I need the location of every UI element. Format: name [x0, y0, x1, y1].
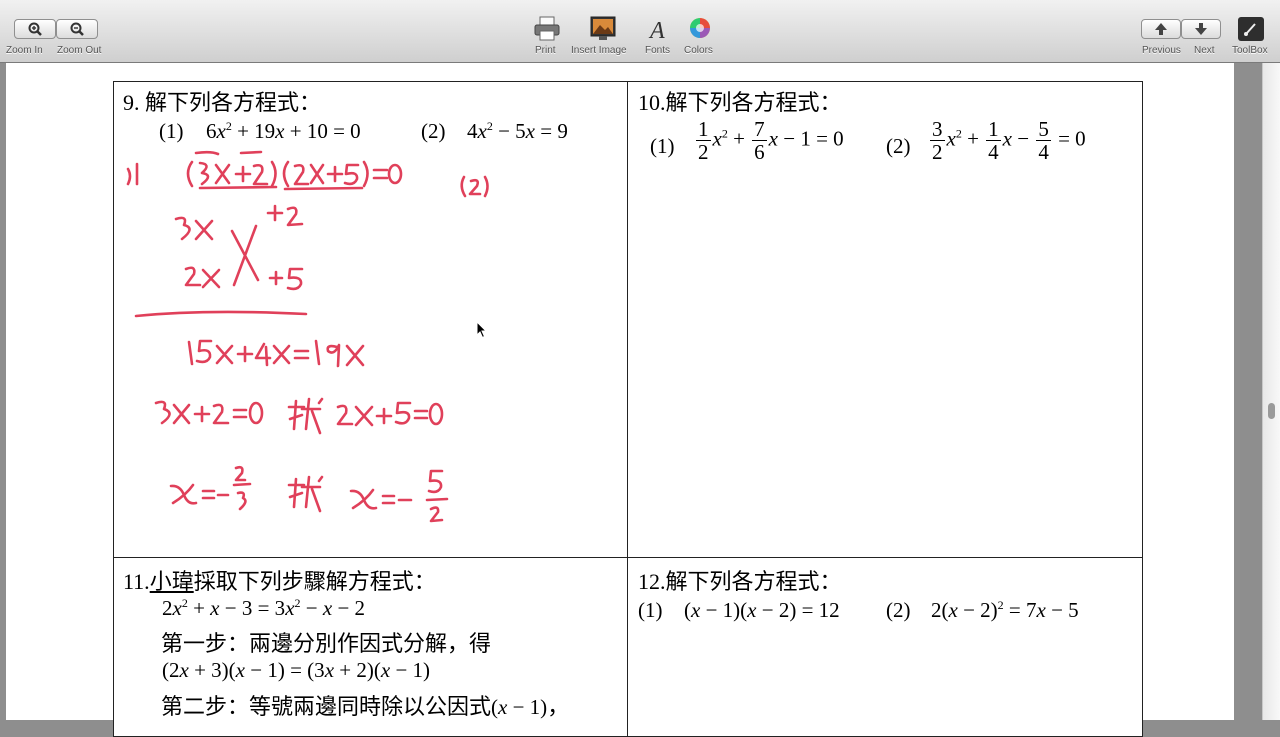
- ink-middle-term: [187, 339, 365, 368]
- fonts-label: Fonts: [645, 45, 671, 56]
- arrow-up-icon: [1155, 23, 1167, 35]
- zoom-in-label: Zoom In: [6, 45, 43, 56]
- zoom-in-icon: [28, 22, 42, 36]
- next-button[interactable]: [1181, 19, 1221, 39]
- insert-image-label: Insert Image: [571, 45, 627, 56]
- ink-solutions: [169, 465, 449, 523]
- zoom-out-button[interactable]: [56, 19, 98, 39]
- zoom-in-button[interactable]: [14, 19, 56, 39]
- color-wheel-icon[interactable]: [686, 16, 714, 42]
- previous-label: Previous: [1142, 45, 1181, 56]
- brush-icon: [1244, 23, 1256, 36]
- ink-zero-products: [154, 397, 444, 435]
- document-page: 9. 解下列各方程式： (1) 6x2 + 19x + 10 = 0 (2) 4…: [6, 63, 1234, 737]
- next-label: Next: [1194, 45, 1215, 56]
- printer-icon[interactable]: [533, 16, 561, 42]
- toolbox-button[interactable]: [1238, 17, 1264, 41]
- toolbox-label: ToolBox: [1232, 45, 1268, 56]
- toolbar: Zoom In Zoom Out Print Insert Image A Fo…: [0, 0, 1280, 63]
- zoom-out-icon: [70, 22, 84, 36]
- ink-cross-method: [134, 204, 308, 318]
- arrow-down-icon: [1195, 23, 1207, 35]
- fonts-icon[interactable]: A: [644, 16, 672, 42]
- svg-text:A: A: [648, 18, 665, 42]
- mouse-cursor-icon: [476, 321, 488, 339]
- scrollbar-thumb[interactable]: [1268, 403, 1275, 419]
- zoom-out-label: Zoom Out: [57, 45, 102, 56]
- window-gutter: [1234, 63, 1262, 720]
- colors-label: Colors: [684, 45, 713, 56]
- vertical-scrollbar[interactable]: [1262, 63, 1280, 720]
- insert-image-icon[interactable]: [589, 16, 617, 42]
- ink-factorization: [126, 160, 403, 191]
- handwritten-annotations: [126, 150, 489, 523]
- previous-button[interactable]: [1141, 19, 1181, 39]
- print-label: Print: [535, 45, 556, 56]
